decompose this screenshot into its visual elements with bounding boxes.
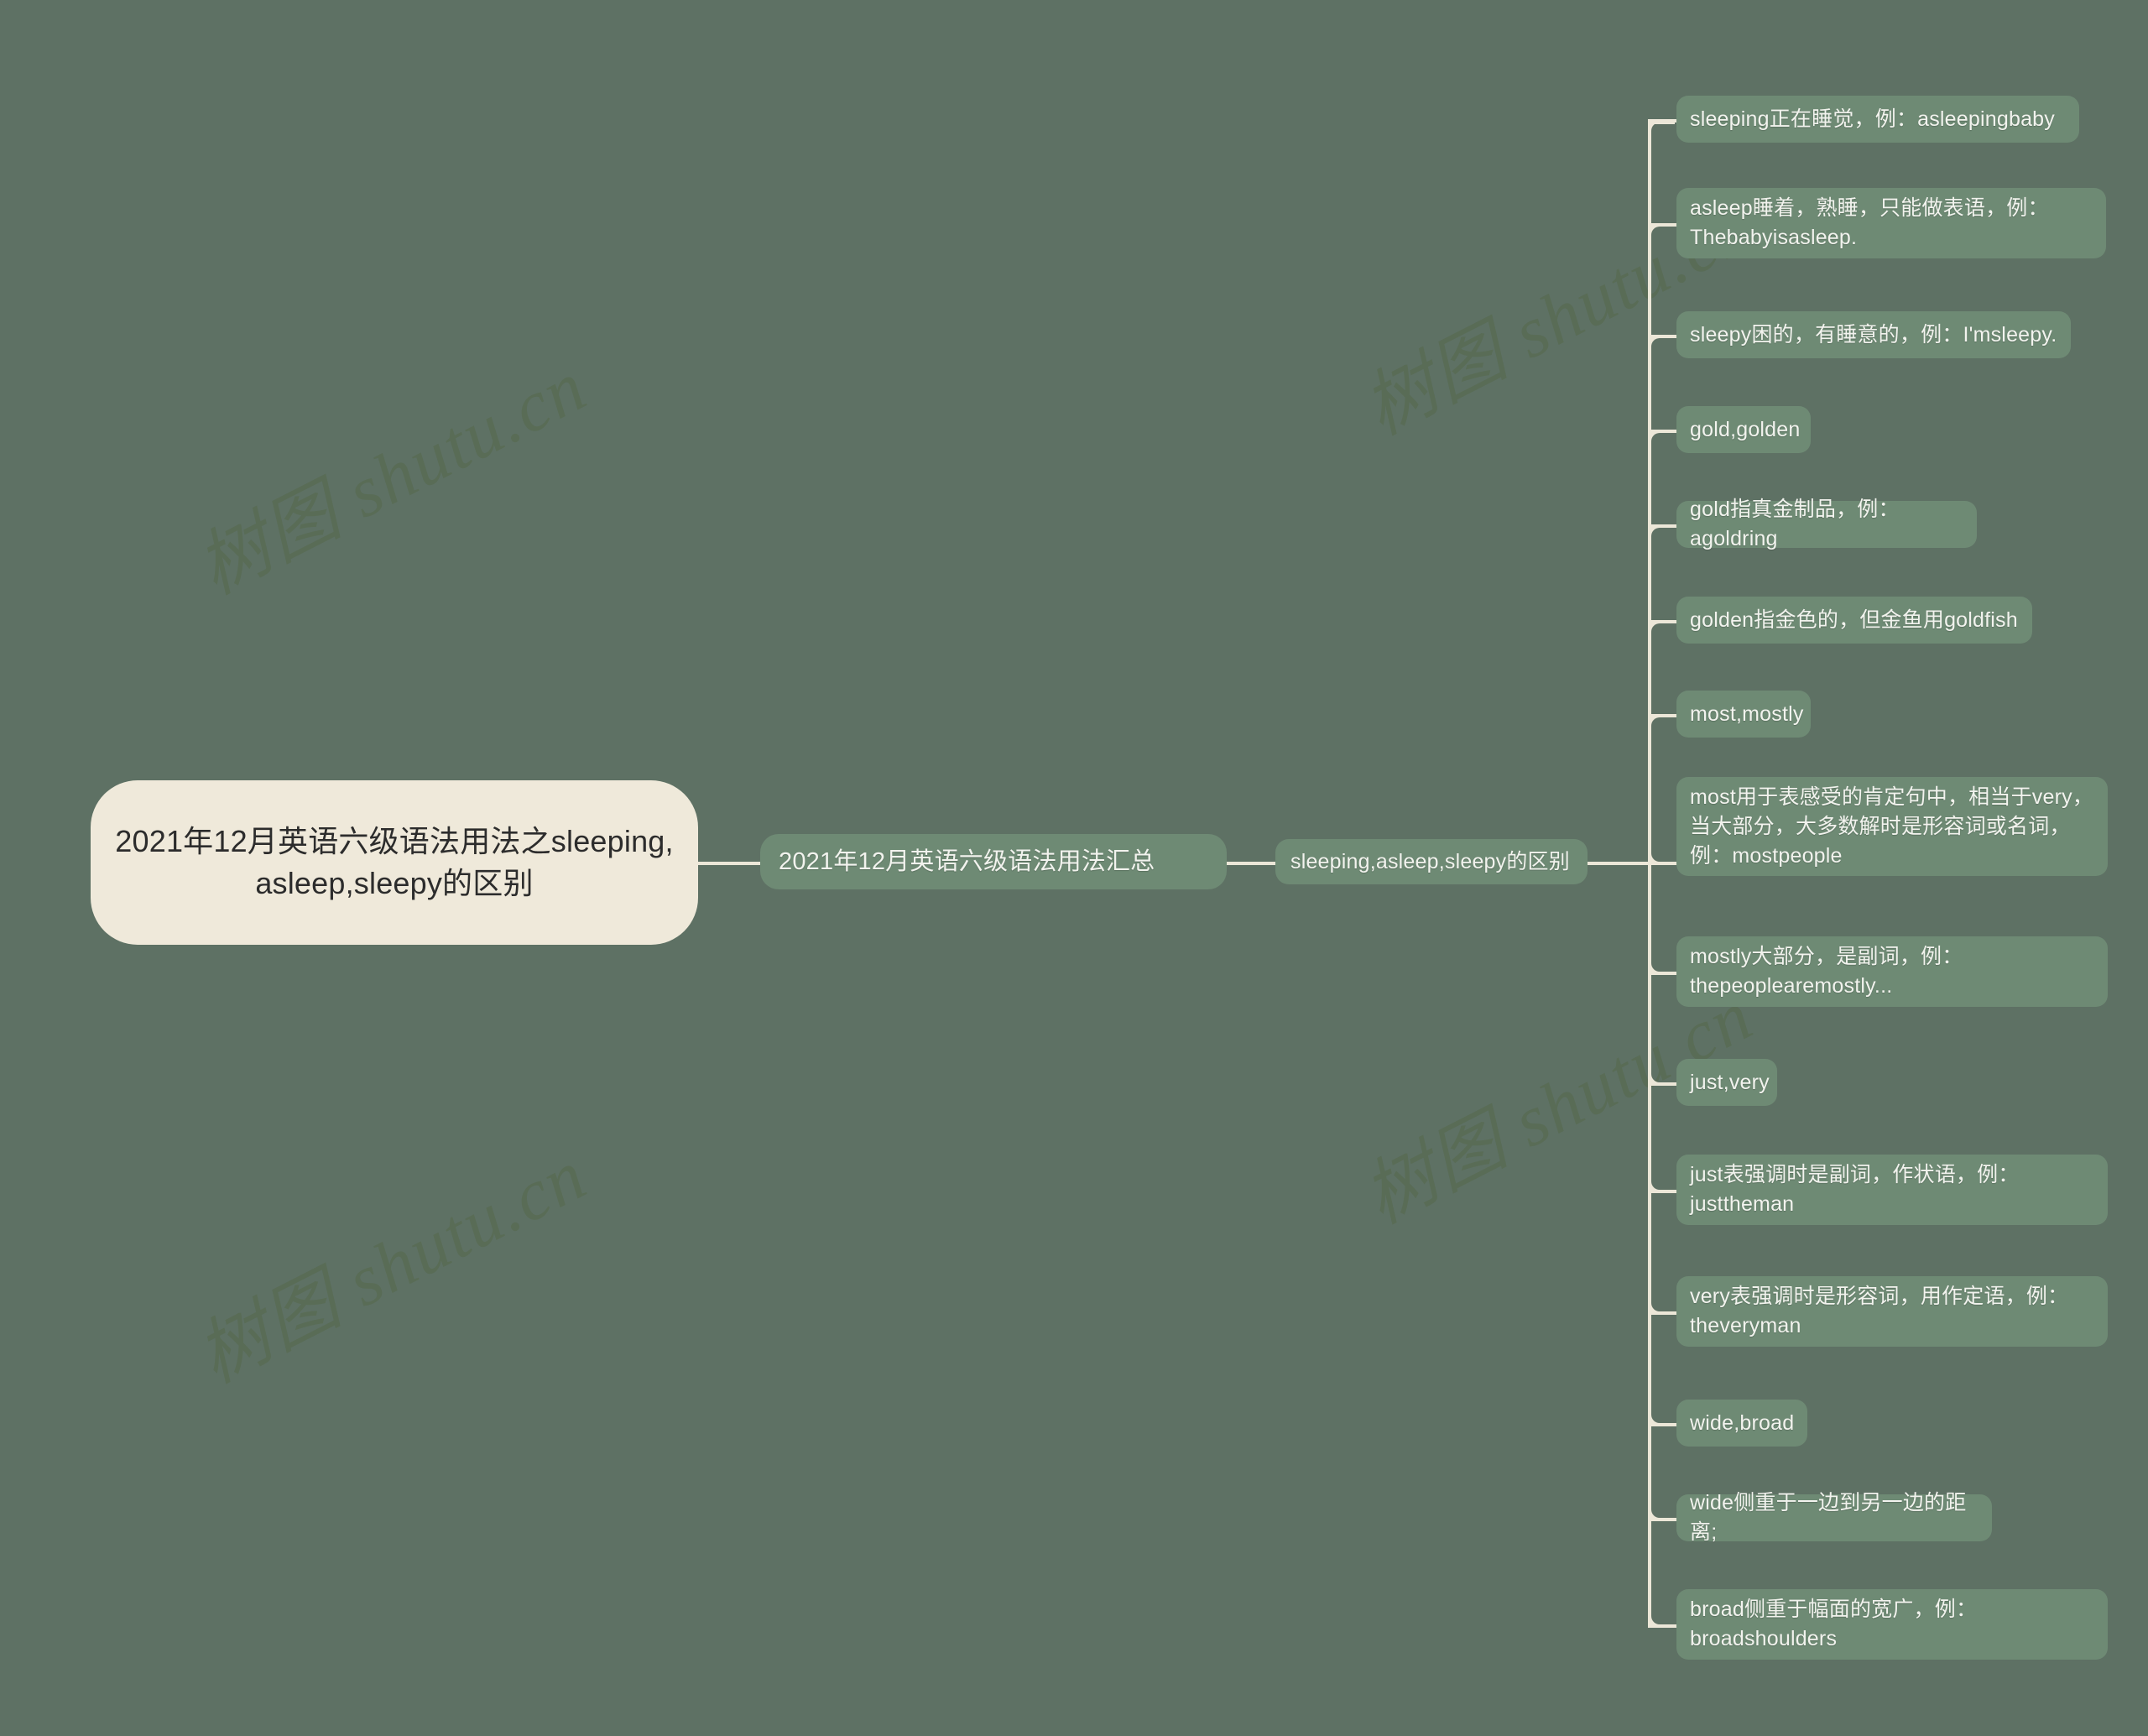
branch-node-label: 2021年12月英语六级语法用法汇总 <box>779 847 1155 875</box>
leaf-node[interactable]: most用于表感受的肯定句中，相当于very，当大部分，大多数解时是形容词或名词… <box>1676 777 2108 876</box>
connector-branch-subbranch <box>1225 862 1277 865</box>
root-node-label: 2021年12月英语六级语法用法之sleeping, asleep,sleepy… <box>115 824 674 900</box>
leaf-node[interactable]: sleeping正在睡觉，例：asleepingbaby <box>1676 96 2079 143</box>
connector-subbranch-trunk <box>1586 862 1651 865</box>
leaf-node[interactable]: most,mostly <box>1676 691 1811 738</box>
leaf-node-label: mostly大部分，是副词，例：thepeoplearemostly... <box>1690 945 1963 998</box>
leaf-node-label: broad侧重于幅面的宽广，例：broadshoulders <box>1690 1598 1978 1650</box>
connector-root-branch <box>698 862 762 865</box>
leaf-node-label: most用于表感受的肯定句中，相当于very，当大部分，大多数解时是形容词或名词… <box>1690 785 2094 868</box>
leaf-node-label: wide侧重于一边到另一边的距离; <box>1690 1491 1967 1544</box>
leaf-node[interactable]: gold指真金制品，例：agoldring <box>1676 498 1977 550</box>
leaf-node[interactable]: sleepy困的，有睡意的，例：I'msleepy. <box>1676 311 2071 358</box>
leaf-node-label: asleep睡着，熟睡，只能做表语，例：Thebabyisasleep. <box>1690 196 2049 249</box>
leaf-node-label: very表强调时是形容词，用作定语，例：theveryman <box>1690 1285 2069 1337</box>
leaf-node[interactable]: golden指金色的，但金鱼用goldfish <box>1676 597 2032 644</box>
leaf-node-label: golden指金色的，但金鱼用goldfish <box>1690 607 2018 632</box>
leaf-node-label: sleeping正在睡觉，例：asleepingbaby <box>1690 107 2055 131</box>
leaf-node[interactable]: broad侧重于幅面的宽广，例：broadshoulders <box>1676 1589 2108 1660</box>
leaf-node-label: gold指真金制品，例：agoldring <box>1690 498 1900 550</box>
mindmap-canvas: 2021年12月英语六级语法用法之sleeping, asleep,sleepy… <box>0 0 2148 1736</box>
leaf-node[interactable]: mostly大部分，是副词，例：thepeoplearemostly... <box>1676 936 2108 1007</box>
subbranch-node-label: sleeping,asleep,sleepy的区别 <box>1290 849 1570 873</box>
root-node[interactable]: 2021年12月英语六级语法用法之sleeping, asleep,sleepy… <box>91 780 698 945</box>
leaf-node[interactable]: asleep睡着，熟睡，只能做表语，例：Thebabyisasleep. <box>1676 188 2106 258</box>
leaf-node-label: just表强调时是副词，作状语，例：justtheman <box>1690 1163 2020 1216</box>
leaf-node[interactable]: wide,broad <box>1676 1400 1807 1447</box>
leaf-node[interactable]: gold,golden <box>1676 406 1811 453</box>
leaf-node[interactable]: just表强调时是副词，作状语，例：justtheman <box>1676 1155 2108 1225</box>
leaf-node-label: wide,broad <box>1690 1410 1795 1435</box>
leaf-node-label: just,very <box>1690 1070 1770 1094</box>
leaf-node[interactable]: wide侧重于一边到另一边的距离; <box>1676 1491 1992 1544</box>
leaf-node-label: gold,golden <box>1690 417 1801 441</box>
leaf-node-label: sleepy困的，有睡意的，例：I'msleepy. <box>1690 322 2057 347</box>
leaf-node[interactable]: just,very <box>1676 1059 1777 1106</box>
branch-node[interactable]: 2021年12月英语六级语法用法汇总 <box>760 834 1227 889</box>
leaf-node[interactable]: very表强调时是形容词，用作定语，例：theveryman <box>1676 1276 2108 1347</box>
subbranch-node[interactable]: sleeping,asleep,sleepy的区别 <box>1275 839 1588 884</box>
leaf-node-label: most,mostly <box>1690 701 1804 726</box>
